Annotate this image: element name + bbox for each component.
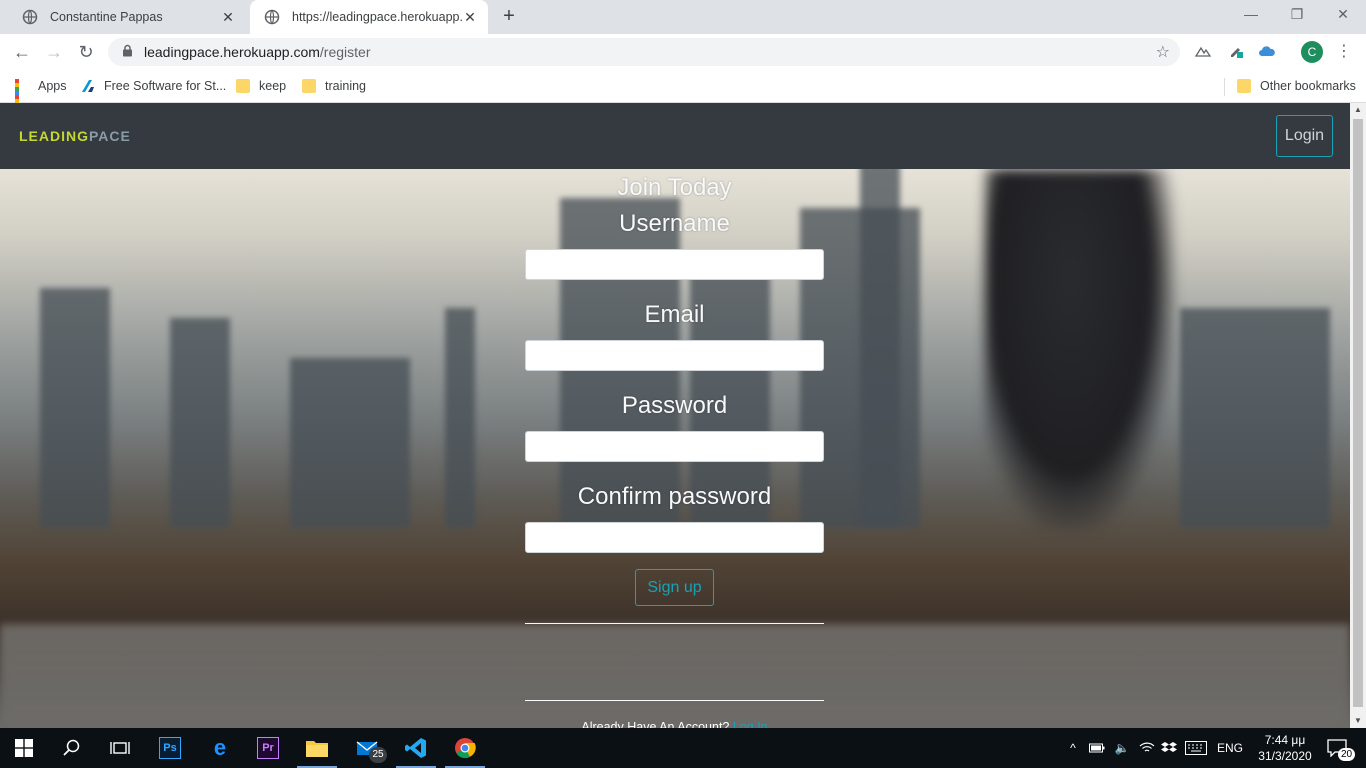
volume-icon[interactable]: 🔈 [1112, 728, 1132, 768]
forward-arrow-icon[interactable]: → [42, 40, 66, 64]
autodesk-icon [81, 79, 95, 93]
notification-count: 20 [1338, 748, 1356, 761]
vscode-icon[interactable] [392, 728, 440, 768]
bookmark-other[interactable]: Other bookmarks [1237, 76, 1356, 96]
search-icon[interactable] [48, 728, 96, 768]
url-path: /register [319, 44, 371, 60]
dropbox-icon[interactable] [1159, 728, 1179, 768]
keyboard-icon[interactable] [1183, 728, 1209, 768]
tab-leadingpace[interactable]: https://leadingpace.herokuapp.co ✕ [250, 0, 488, 34]
tab-title: https://leadingpace.herokuapp.co [292, 10, 462, 24]
back-arrow-icon[interactable]: ← [10, 40, 34, 64]
close-tab-icon[interactable]: ✕ [462, 9, 478, 26]
close-tab-icon[interactable]: ✕ [220, 9, 236, 26]
tab-constantine-pappas[interactable]: Constantine Pappas ✕ [8, 0, 246, 34]
action-center-icon[interactable]: 20 [1322, 728, 1356, 768]
scroll-up-icon[interactable]: ▲ [1350, 103, 1366, 117]
mail-badge: 25 [369, 747, 387, 763]
cloud-icon[interactable] [1257, 42, 1277, 62]
bookmark-star-icon[interactable]: ☆ [1156, 42, 1170, 62]
bookmark-label: training [325, 79, 366, 93]
new-tab-button[interactable]: + [497, 6, 521, 28]
chrome-icon[interactable] [441, 728, 489, 768]
bookmark-keep[interactable]: keep [236, 76, 286, 96]
folder-icon [236, 79, 250, 93]
brand-leading: LEADING [19, 128, 89, 144]
bookmark-label: Other bookmarks [1260, 79, 1356, 93]
folder-icon [302, 79, 316, 93]
bookmarks-bar: Apps Free Software for St... keep traini… [0, 70, 1366, 115]
windows-taskbar: Ps e Pr 25 ^ 🔈 ENG 7:44 μμ 31/3/2020 20 [0, 728, 1366, 768]
globe-icon [264, 9, 280, 25]
scrollbar-thumb[interactable] [1353, 119, 1363, 707]
lock-icon [122, 44, 136, 60]
bookmark-free-software[interactable]: Free Software for St... [81, 76, 226, 96]
bookmark-label: keep [259, 79, 287, 93]
login-link[interactable]: Log In [733, 720, 768, 728]
premiere-icon[interactable]: Pr [244, 728, 292, 768]
reload-icon[interactable]: ↻ [74, 40, 98, 64]
file-explorer-icon[interactable] [293, 728, 341, 768]
site-logo[interactable]: LEADINGPACE [19, 128, 131, 144]
bookmark-label: Apps [38, 79, 67, 93]
browser-toolbar: ← → ↻ leadingpace.herokuapp.com/register… [0, 34, 1366, 70]
show-hidden-icons-chevron-icon[interactable]: ^ [1064, 728, 1082, 768]
url-host: leadingpace.herokuapp.com [144, 44, 320, 60]
tab-title: Constantine Pappas [50, 10, 163, 24]
photoshop-icon[interactable]: Ps [146, 728, 194, 768]
bookmark-label: Free Software for St... [104, 79, 227, 93]
runner-silhouette [985, 169, 1175, 529]
profile-avatar[interactable]: C [1301, 41, 1323, 63]
battery-icon[interactable] [1087, 728, 1107, 768]
tab-strip: Constantine Pappas ✕ https://leadingpace… [0, 0, 1366, 34]
page-scrollbar[interactable]: ▲ ▼ [1350, 103, 1366, 728]
scroll-down-icon[interactable]: ▼ [1350, 714, 1366, 728]
clock-time: 7:44 μμ [1264, 733, 1306, 747]
menu-kebab-icon[interactable]: ⋮ [1334, 42, 1354, 62]
already-account-text: Already Have An Account? Log In [525, 720, 824, 728]
apps-grid-icon [15, 79, 29, 115]
globe-icon [22, 9, 38, 25]
address-bar[interactable]: leadingpace.herokuapp.com/register ☆ [108, 38, 1180, 66]
already-account-label: Already Have An Account? [581, 720, 730, 728]
nav-login-button[interactable]: Login [1276, 115, 1333, 157]
bookmark-training[interactable]: training [302, 76, 366, 96]
wifi-icon[interactable] [1137, 728, 1157, 768]
extension-eyedropper-icon[interactable] [1226, 42, 1246, 62]
windows-start-icon[interactable] [0, 728, 48, 768]
close-window-icon[interactable]: ✕ [1320, 0, 1366, 30]
edge-icon[interactable]: e [196, 728, 244, 768]
login-prompt-wrapper: Already Have An Account? Log In [525, 103, 824, 728]
extension-mountain-icon[interactable] [1193, 42, 1213, 62]
folder-icon [1237, 79, 1251, 93]
bookmarks-divider [1224, 78, 1225, 96]
minimize-icon[interactable]: — [1228, 0, 1274, 30]
language-indicator[interactable]: ENG [1213, 728, 1247, 768]
task-view-icon[interactable] [96, 728, 144, 768]
mail-icon[interactable]: 25 [343, 728, 391, 768]
restore-icon[interactable]: ❐ [1274, 0, 1320, 30]
clock-date: 31/3/2020 [1258, 749, 1312, 763]
brand-pace: PACE [89, 128, 131, 144]
bookmark-apps[interactable]: Apps [15, 76, 67, 115]
system-clock[interactable]: 7:44 μμ 31/3/2020 [1250, 732, 1320, 764]
